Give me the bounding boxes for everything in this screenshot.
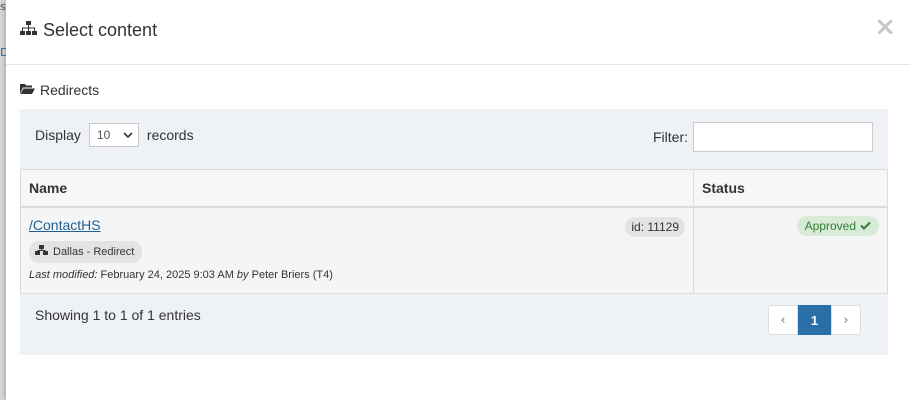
last-modified-date: February 24, 2025 9:03 AM xyxy=(100,269,234,281)
site-badge-label: Dallas - Redirect xyxy=(53,246,135,258)
next-page-button[interactable]: › xyxy=(831,305,861,335)
id-badge: id: 11129 xyxy=(625,217,685,237)
chevron-down-icon xyxy=(123,128,133,142)
folder-open-icon xyxy=(20,82,35,98)
content-panel: Display 10 records Filter: Name Status /… xyxy=(20,109,888,355)
last-modified-line: Last modified: February 24, 2025 9:03 AM… xyxy=(29,269,333,281)
content-table: Name Status /ContactHS id: 11129 Dallas … xyxy=(20,169,888,294)
display-label: Display xyxy=(35,127,81,143)
site-badge: Dallas - Redirect xyxy=(29,241,143,263)
folder-breadcrumb: Redirects xyxy=(20,82,99,98)
modal-title: Select content xyxy=(20,20,157,41)
records-per-page-select[interactable]: 10 xyxy=(88,123,139,147)
records-per-page-value: 10 xyxy=(96,128,111,142)
folder-name: Redirects xyxy=(40,82,100,98)
sitemap-icon xyxy=(20,20,37,41)
select-content-modal: Select content × Redirects Display 10 re xyxy=(6,0,910,400)
records-label: records xyxy=(146,127,194,143)
backdrop-glyph: s xyxy=(0,0,6,13)
previous-page-button[interactable]: ‹ xyxy=(768,305,798,335)
filter-control: Filter: xyxy=(653,122,873,152)
table-header: Name Status xyxy=(21,170,887,208)
status-badge: Approved xyxy=(796,216,879,236)
status-text: Approved xyxy=(804,219,856,233)
name-cell: /ContactHS id: 11129 Dallas - Redirect L… xyxy=(21,208,694,293)
status-cell: Approved xyxy=(694,208,887,293)
content-link[interactable]: /ContactHS xyxy=(29,217,101,233)
table-toolbar: Display 10 records Filter: xyxy=(20,109,888,169)
modified-by-user: Peter Briers (T4) xyxy=(251,269,333,281)
column-header-name[interactable]: Name xyxy=(21,170,694,206)
page-1-button[interactable]: 1 xyxy=(798,305,831,335)
check-icon xyxy=(860,219,871,233)
pagination: ‹ 1 › xyxy=(768,305,861,335)
filter-label: Filter: xyxy=(653,129,688,145)
filter-input[interactable] xyxy=(693,122,873,152)
table-info: Showing 1 to 1 of 1 entries xyxy=(35,307,201,323)
modal-title-text: Select content xyxy=(43,20,158,40)
by-label: by xyxy=(236,269,249,281)
close-icon[interactable]: × xyxy=(874,14,896,40)
display-length-control: Display 10 records xyxy=(35,123,194,147)
table-row: /ContactHS id: 11129 Dallas - Redirect L… xyxy=(21,208,887,293)
sitemap-icon xyxy=(35,245,48,259)
modal-header: Select content × xyxy=(6,0,910,65)
column-header-status[interactable]: Status xyxy=(694,170,887,206)
last-modified-label: Last modified: xyxy=(29,269,98,281)
